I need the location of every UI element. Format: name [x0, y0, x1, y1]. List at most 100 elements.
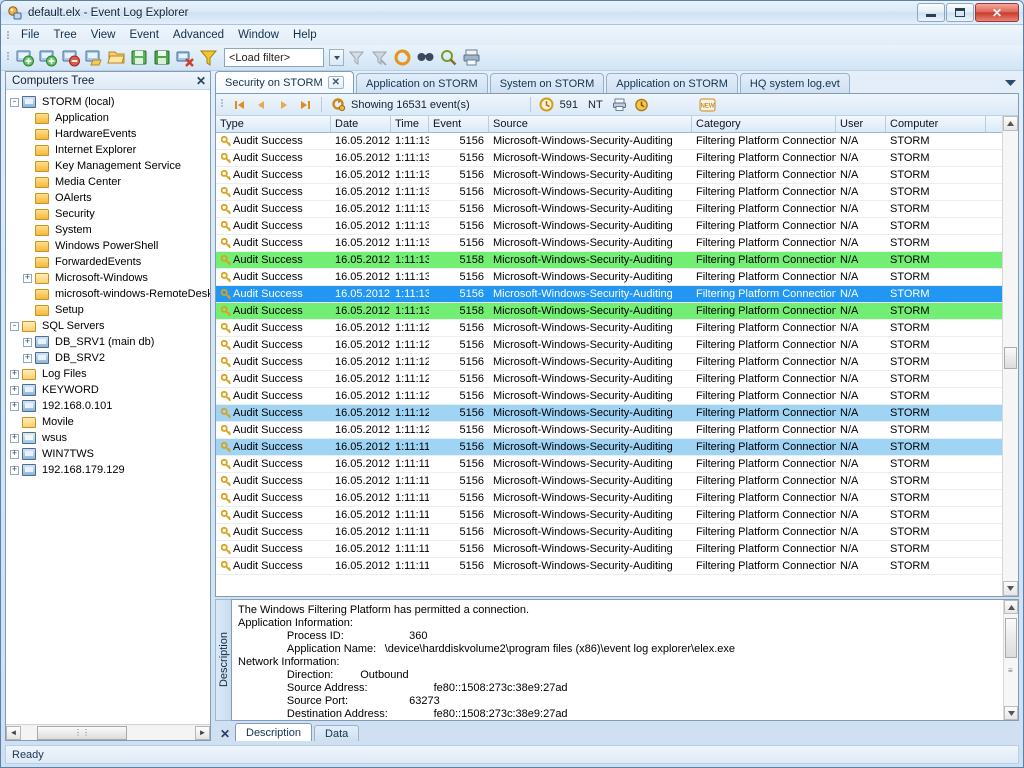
menu-item-help[interactable]: Help — [286, 27, 324, 43]
tree-node[interactable]: Setup — [10, 302, 210, 318]
save-icon[interactable] — [152, 47, 173, 68]
table-row[interactable]: Audit Success 16.05.2012 1:11:12 5156 Micros… — [216, 422, 1002, 439]
tree-hscroll-thumb[interactable]: ⋮⋮ — [37, 725, 127, 740]
scroll-down-icon[interactable] — [1003, 581, 1018, 596]
tree-node[interactable]: System — [10, 222, 210, 238]
refresh-events-icon[interactable] — [329, 96, 347, 114]
table-row[interactable]: Audit Success 16.05.2012 1:11:13 5156 Micros… — [216, 167, 1002, 184]
tree-node[interactable]: + DB_SRV2 — [10, 350, 210, 366]
column-header-source[interactable]: Source — [489, 116, 692, 132]
table-row[interactable]: Audit Success 16.05.2012 1:11:11 5156 Micros… — [216, 490, 1002, 507]
add-log-icon[interactable] — [37, 47, 58, 68]
save-log-icon[interactable] — [83, 47, 104, 68]
expand-icon[interactable]: + — [10, 465, 19, 475]
table-row[interactable]: Audit Success 16.05.2012 1:11:12 5156 Micros… — [216, 371, 1002, 388]
event-grid-vertical-scrollbar[interactable] — [1002, 116, 1018, 596]
new-icon[interactable]: NEW — [699, 96, 717, 114]
scroll-left-icon[interactable]: ◄ — [6, 725, 21, 740]
table-row[interactable]: Audit Success 16.05.2012 1:11:13 5158 Micros… — [216, 303, 1002, 320]
tree-hscroll-track[interactable]: ⋮⋮ — [21, 725, 195, 740]
add-computer-icon[interactable] — [14, 47, 35, 68]
save-workspace-icon[interactable] — [129, 47, 150, 68]
tree-node[interactable]: Key Management Service — [10, 158, 210, 174]
tree-node[interactable]: + wsus — [10, 430, 210, 446]
table-row[interactable]: Audit Success 16.05.2012 1:11:11 5156 Micros… — [216, 456, 1002, 473]
funnel-off-icon[interactable] — [346, 47, 367, 68]
menu-item-file[interactable]: File — [14, 27, 47, 43]
menu-item-tree[interactable]: Tree — [47, 27, 84, 43]
desc-vscroll-thumb[interactable] — [1005, 618, 1017, 658]
tab-close-icon[interactable]: ✕ — [327, 76, 344, 89]
expand-icon[interactable]: + — [10, 433, 19, 443]
scroll-up-icon[interactable] — [1003, 116, 1018, 131]
tree-node[interactable]: - STORM (local) — [10, 94, 210, 110]
table-row[interactable]: Audit Success 16.05.2012 1:11:12 5156 Micros… — [216, 337, 1002, 354]
filter-combo[interactable]: <Load filter> — [224, 48, 324, 67]
close-button[interactable]: ✕ — [975, 3, 1019, 22]
tree-node[interactable]: HardwareEvents — [10, 126, 210, 142]
desc-vscroll-track[interactable]: ≡ — [1004, 614, 1018, 706]
table-row[interactable]: Audit Success 16.05.2012 1:11:13 5156 Micros… — [216, 133, 1002, 150]
print-icon[interactable] — [461, 47, 482, 68]
find-next-icon[interactable] — [438, 47, 459, 68]
tree-node[interactable]: Security — [10, 206, 210, 222]
vscroll-thumb[interactable] — [1004, 347, 1017, 369]
tab-system-on-storm[interactable]: System on STORM — [489, 73, 605, 93]
funnel-clear-icon[interactable] — [369, 47, 390, 68]
clock-icon[interactable] — [538, 96, 556, 114]
table-row[interactable]: Audit Success 16.05.2012 1:11:11 5156 Micros… — [216, 507, 1002, 524]
tab-application-on-storm[interactable]: Application on STORM — [606, 73, 738, 93]
table-row[interactable]: Audit Success 16.05.2012 1:11:13 5156 Micros… — [216, 184, 1002, 201]
desc-scroll-up-icon[interactable] — [1004, 600, 1018, 614]
next-record-icon[interactable] — [274, 96, 292, 114]
tree-node[interactable]: microsoft-windows-RemoteDesktop — [10, 286, 210, 302]
previous-record-icon[interactable] — [252, 96, 270, 114]
expand-icon[interactable]: + — [23, 273, 32, 283]
tree-node[interactable]: + WIN7TWS — [10, 446, 210, 462]
maximize-button[interactable] — [946, 3, 974, 22]
tree-node[interactable]: + Log Files — [10, 366, 210, 382]
computers-tree[interactable]: - STORM (local) Application HardwareEvents I… — [6, 90, 210, 724]
expand-icon[interactable]: + — [10, 401, 19, 411]
tree-node[interactable]: +192.168.179.129 — [10, 462, 210, 478]
table-row[interactable]: Audit Success 16.05.2012 1:11:13 5156 Micros… — [216, 235, 1002, 252]
table-row[interactable]: Audit Success 16.05.2012 1:11:11 5156 Micros… — [216, 524, 1002, 541]
tree-node[interactable]: OAlerts — [10, 190, 210, 206]
table-row[interactable]: Audit Success 16.05.2012 1:11:13 5156 Micros… — [216, 150, 1002, 167]
desc-scroll-down-icon[interactable] — [1004, 706, 1018, 720]
collapse-icon[interactable]: - — [10, 321, 19, 331]
tree-node[interactable]: Windows PowerShell — [10, 238, 210, 254]
table-row[interactable]: Audit Success 16.05.2012 1:11:12 5156 Micros… — [216, 320, 1002, 337]
column-header-user[interactable]: User — [836, 116, 886, 132]
tree-node[interactable]: Application — [10, 110, 210, 126]
description-side-tab[interactable]: Description — [215, 599, 231, 721]
tree-node[interactable]: + Microsoft-Windows — [10, 270, 210, 286]
column-header-category[interactable]: Category — [692, 116, 836, 132]
table-row[interactable]: Audit Success 16.05.2012 1:11:12 5156 Micros… — [216, 405, 1002, 422]
collapse-icon[interactable]: - — [10, 97, 19, 107]
description-close-icon[interactable]: ✕ — [217, 727, 233, 741]
vscroll-track[interactable] — [1003, 131, 1018, 581]
filter-icon[interactable] — [198, 47, 219, 68]
clear-log-icon[interactable] — [175, 47, 196, 68]
tree-horizontal-scrollbar[interactable]: ◄ ⋮⋮ ► — [6, 724, 210, 740]
first-record-icon[interactable] — [230, 96, 248, 114]
filter-combo-arrow[interactable] — [329, 49, 344, 66]
tree-node[interactable]: ForwardedEvents — [10, 254, 210, 270]
column-header-date[interactable]: Date — [331, 116, 391, 132]
remove-log-icon[interactable] — [60, 47, 81, 68]
event-grid-rows[interactable]: Audit Success 16.05.2012 1:11:13 5156 Micros… — [216, 133, 1002, 596]
tab-application-on-storm[interactable]: Application on STORM — [356, 73, 488, 93]
find-icon[interactable] — [415, 47, 436, 68]
expand-icon[interactable]: + — [10, 369, 19, 379]
table-row[interactable]: Audit Success 16.05.2012 1:11:13 5156 Micros… — [216, 218, 1002, 235]
column-header-time[interactable]: Time — [391, 116, 429, 132]
table-row[interactable]: Audit Success 16.05.2012 1:11:11 5156 Micros… — [216, 439, 1002, 456]
close-icon[interactable]: ✕ — [196, 75, 206, 87]
menu-item-window[interactable]: Window — [231, 27, 286, 43]
table-row[interactable]: Audit Success 16.05.2012 1:11:11 5156 Micros… — [216, 541, 1002, 558]
table-row[interactable]: Audit Success 16.05.2012 1:11:11 5156 Micros… — [216, 558, 1002, 575]
event-grid-header[interactable]: Type Date Time Event Source Category User Compu… — [216, 116, 1002, 133]
log-tabstrip[interactable]: Security on STORM ✕ Application on STORM Sy… — [215, 71, 1019, 93]
table-row[interactable]: Audit Success 16.05.2012 1:11:13 5156 Micros… — [216, 269, 1002, 286]
